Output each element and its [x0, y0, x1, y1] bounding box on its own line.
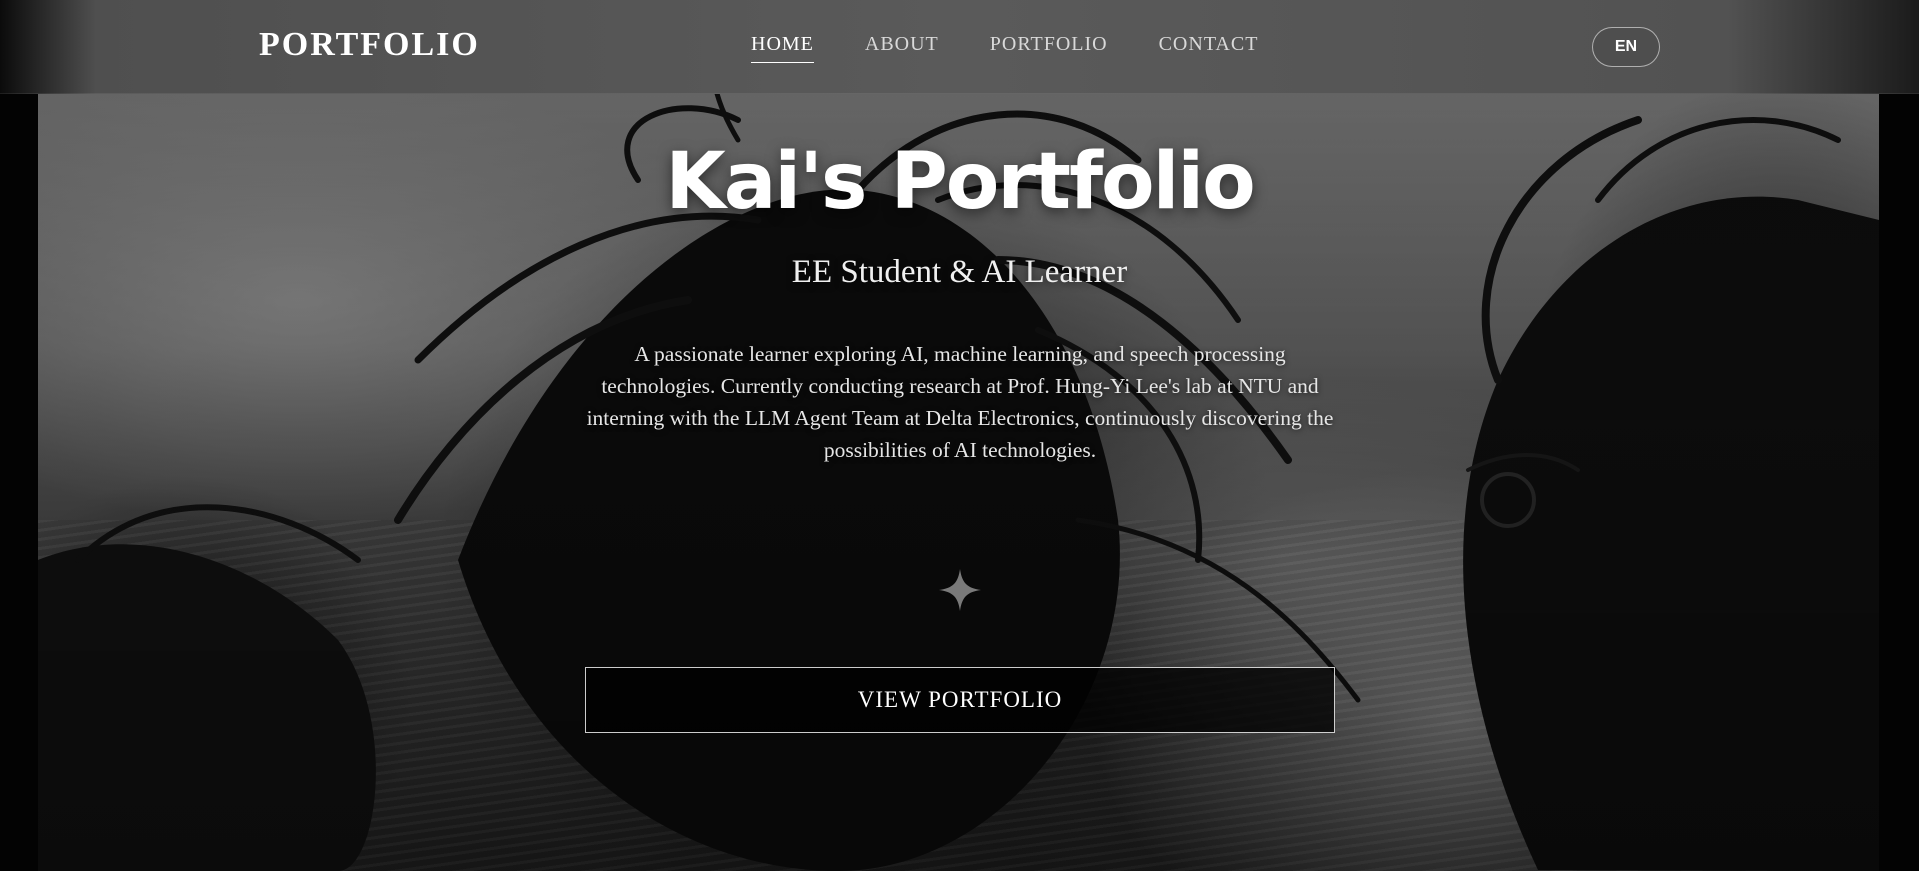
sparkle-icon — [939, 569, 981, 611]
nav-link-contact[interactable]: CONTACT — [1159, 33, 1259, 63]
hero-subtitle: EE Student & AI Learner — [791, 254, 1128, 290]
hero-description: A passionate learner exploring AI, machi… — [586, 342, 1334, 462]
nav-link-home[interactable]: HOME — [751, 33, 814, 63]
view-portfolio-button[interactable]: VIEW PORTFOLIO — [585, 667, 1335, 733]
hero-title: Kai's Portfolio — [665, 137, 1255, 227]
nav-link-about[interactable]: ABOUT — [865, 33, 939, 63]
viewport: PORTFOLIO HOME ABOUT PORTFOLIO CONTACT E… — [0, 0, 1919, 871]
nav-menu: HOME ABOUT PORTFOLIO CONTACT — [751, 33, 1309, 63]
nav-link-portfolio[interactable]: PORTFOLIO — [990, 33, 1108, 63]
brand-logo[interactable]: PORTFOLIO — [259, 26, 480, 64]
top-navbar: PORTFOLIO HOME ABOUT PORTFOLIO CONTACT E… — [0, 0, 1919, 94]
language-toggle-button[interactable]: EN — [1592, 27, 1660, 67]
